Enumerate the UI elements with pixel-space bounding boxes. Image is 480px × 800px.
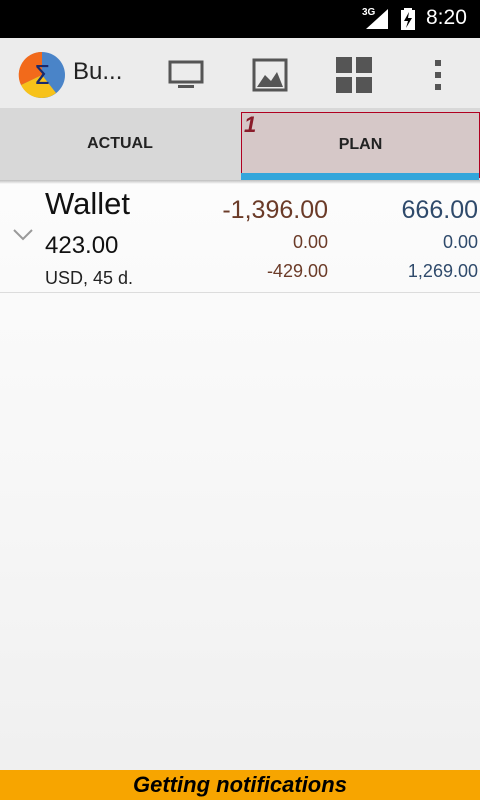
app-title: Bu... xyxy=(73,58,123,85)
grid-icon xyxy=(336,57,372,93)
account-meta: USD, 45 d. xyxy=(45,268,134,288)
notification-banner: Getting notifications xyxy=(0,770,480,800)
actual-value-2: 0.00 xyxy=(292,232,328,252)
tab-actual[interactable]: ACTUAL xyxy=(0,108,240,180)
tab-actual-label: ACTUAL xyxy=(87,135,153,152)
desktop-icon xyxy=(168,60,204,88)
signal-icon xyxy=(366,9,388,29)
overflow-menu-button[interactable] xyxy=(416,53,460,97)
image-button[interactable] xyxy=(248,53,292,97)
app-logo-icon[interactable]: Σ xyxy=(18,51,66,99)
overflow-menu-icon xyxy=(435,60,441,90)
desktop-button[interactable] xyxy=(164,53,208,97)
tab-plan[interactable]: PLAN xyxy=(241,112,480,178)
account-balance: 423.00 xyxy=(45,232,119,259)
account-name: Wallet xyxy=(45,186,130,221)
tab-bar: ACTUAL PLAN xyxy=(0,108,480,180)
clock: 8:20 xyxy=(426,6,467,29)
actual-main-value: -1,396.00 xyxy=(222,196,328,224)
notification-banner-text: Getting notifications xyxy=(133,772,347,797)
tab-marker: 1 xyxy=(244,112,257,137)
status-bar: 3G 8:20 xyxy=(0,0,480,38)
plan-value-3: 1,269.00 xyxy=(407,261,478,281)
actual-value-3: -429.00 xyxy=(266,261,328,281)
action-bar: Σ Bu... xyxy=(0,38,480,108)
selected-tab-indicator xyxy=(241,173,479,180)
plan-main-value: 666.00 xyxy=(401,196,478,224)
account-row[interactable]: Wallet 423.00 USD, 45 d. -1,396.00 0.00 … xyxy=(0,184,480,293)
battery-charging-icon xyxy=(401,8,415,30)
svg-text:Σ: Σ xyxy=(34,61,50,91)
chevron-down-icon[interactable] xyxy=(12,228,34,242)
tab-plan-label: PLAN xyxy=(338,136,383,153)
plan-value-2: 0.00 xyxy=(442,232,478,252)
grid-button[interactable] xyxy=(332,53,376,97)
image-icon xyxy=(252,58,288,92)
